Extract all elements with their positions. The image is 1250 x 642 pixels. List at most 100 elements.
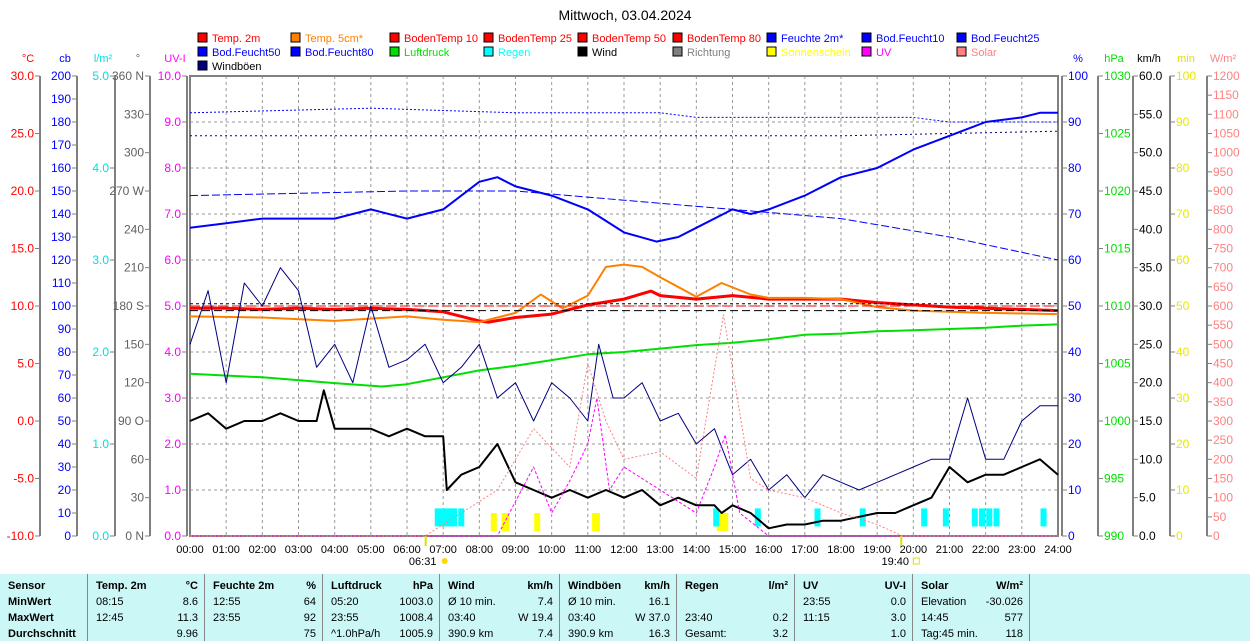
regen-bar	[979, 508, 986, 527]
x-tick-label: 09:00	[502, 544, 530, 556]
cell-value: 3.0	[890, 612, 906, 624]
axis-tick-label: 100	[1176, 69, 1196, 83]
legend-swatch	[861, 32, 872, 43]
axis-tick-label: 30.0	[11, 69, 35, 83]
axis-tick-label: 50	[1068, 299, 1082, 313]
axis-tick-label: 1025	[1104, 127, 1131, 141]
axis-tick-label: 150	[51, 184, 71, 198]
axis-tick-label: 400	[1213, 376, 1233, 390]
axis-tick-label: 120	[124, 376, 144, 390]
cell-label: 23:55	[803, 596, 831, 608]
column-unit: °C	[185, 580, 198, 592]
cell-value: 16.3	[648, 628, 670, 640]
column-unit: W/m²	[996, 580, 1023, 592]
axis-tick-label: 1.0	[164, 483, 181, 497]
axis-tick-label: 210	[124, 261, 144, 275]
regen-bar	[434, 508, 441, 527]
axis-tick-label: 10	[1176, 483, 1190, 497]
cell-label: 23:40	[685, 612, 713, 624]
axis-tick-label: 1015	[1104, 242, 1131, 256]
regen-bar	[713, 508, 720, 527]
legend-item: Bod.Feucht25	[971, 33, 1040, 45]
cell-value: 75	[303, 628, 316, 640]
legend-swatch	[197, 32, 208, 43]
legend-item: Feuchte 2m*	[781, 33, 844, 45]
column-title: Feuchte 2m	[213, 580, 275, 592]
axis-unit-label: km/h	[1137, 53, 1161, 65]
legend-item: Bod.Feucht10	[876, 33, 945, 45]
axis-tick-label: 6.0	[164, 253, 181, 267]
axis-tick-label: 35.0	[1139, 261, 1163, 275]
axis-tick-label: 10.0	[1139, 452, 1163, 466]
axis-tick-label: 50.0	[1139, 146, 1163, 160]
axis-tick-label: 80	[58, 345, 72, 359]
axis-tick-label: 80	[1068, 161, 1082, 175]
sun-icon	[441, 558, 448, 564]
axis-tick-label: 550	[1213, 318, 1233, 332]
axis-tick-label: 0.0	[1139, 529, 1156, 543]
axis-tick-label: -10.0	[7, 529, 35, 543]
column-unit: %	[306, 580, 316, 592]
axis-tick-label: 160	[51, 161, 71, 175]
x-tick-label: 05:00	[357, 544, 385, 556]
legend-swatch	[672, 32, 683, 43]
axis-tick-label: 70	[1068, 207, 1082, 221]
axis-tick-label: 0.0	[92, 529, 109, 543]
axis-tick-label: 190	[51, 92, 71, 106]
axis-tick-label: 5.0	[164, 299, 181, 313]
legend-item: BodenTemp 50	[592, 33, 666, 45]
x-tick-label: 02:00	[249, 544, 277, 556]
axis-tick-label: 270 W	[109, 184, 144, 198]
axis-tick-label: 50	[1213, 510, 1227, 524]
regen-bar	[921, 508, 928, 527]
table-column-uv: UV UV-I 23:55 0.0 11:15 3.0 1.0	[795, 574, 913, 641]
column-title: Solar	[921, 580, 949, 592]
axis-tick-label: 15.0	[1139, 414, 1163, 428]
axis-tick-label: 850	[1213, 203, 1233, 217]
x-tick-label: 17:00	[791, 544, 819, 556]
table-row-labels: Sensor MinWert MaxWert Durchschnitt	[0, 574, 88, 641]
axis-tick-label: 70	[1176, 207, 1190, 221]
cell-label: Gesamt:	[685, 628, 727, 640]
axis-tick-label: 1100	[1213, 107, 1239, 121]
x-tick-label: 23:00	[1008, 544, 1036, 556]
x-tick-label: 20:00	[900, 544, 928, 556]
cell-value: 92	[303, 612, 316, 624]
axis-tick-label: 20	[1176, 437, 1190, 451]
axis-tick-label: 200	[1213, 452, 1233, 466]
axis-tick-label: 20.0	[1139, 376, 1163, 390]
table-column-wind: Wind km/h Ø 10 min. 7.4 03:40 W 19.4 390.9 km 7…	[440, 574, 560, 641]
regen-bar	[942, 508, 949, 527]
axis-tick-label: 600	[1213, 299, 1233, 313]
cell-value: 8.6	[182, 596, 198, 608]
axis-tick-label: 9.0	[164, 115, 181, 129]
axis-tick-label: 1000	[1104, 414, 1131, 428]
regen-bar	[814, 508, 821, 527]
column-unit: km/h	[527, 580, 553, 592]
axis-tick-label: 90	[58, 322, 72, 336]
cell-label: Tag:45 min.	[921, 628, 978, 640]
axis-tick-label: 4.0	[164, 345, 181, 359]
axis-tick-label: 1030	[1104, 69, 1131, 83]
cell-label: 11:15	[803, 612, 830, 624]
column-title: UV	[803, 580, 819, 592]
x-tick-label: 11:00	[574, 544, 601, 556]
axis-tick-label: 0	[1213, 529, 1220, 543]
table-column-temp-2m: Temp. 2m °C 08:15 8.6 12:45 11.3 9.96	[88, 574, 205, 641]
x-tick-label: 01:00	[212, 544, 240, 556]
cell-value: 1008.4	[399, 612, 433, 624]
row-label: MinWert	[8, 596, 52, 608]
axis-tick-label: 500	[1213, 337, 1233, 351]
axis-tick-label: 10.0	[158, 69, 182, 83]
x-tick-label: 18:00	[827, 544, 855, 556]
axis-tick-label: 1005	[1104, 357, 1131, 371]
legend-item: Wind	[592, 47, 617, 59]
legend-item: Luftdruck	[404, 47, 450, 59]
axis-tick-label: 900	[1213, 184, 1233, 198]
regen-bar	[1040, 508, 1047, 527]
legend-swatch	[577, 32, 588, 43]
axis-tick-label: 4.0	[92, 161, 109, 175]
axis-tick-label: 1010	[1104, 299, 1131, 313]
axis-tick-label: 0	[64, 529, 71, 543]
axis-tick-label: 90	[1176, 115, 1190, 129]
